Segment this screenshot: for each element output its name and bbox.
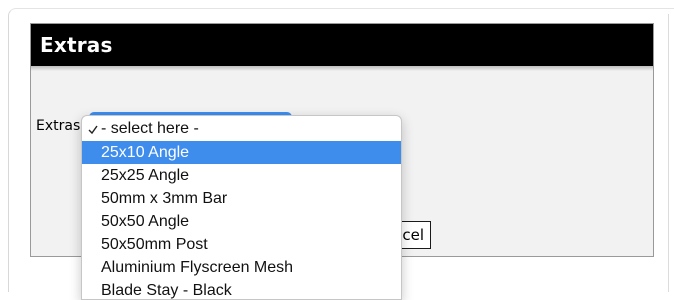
dropdown-option-highlighted[interactable]: 25x10 Angle [82,141,401,164]
page-frame-right-edge [668,14,674,292]
checkmark-icon [88,125,98,135]
dropdown-option-label: - select here - [101,120,199,137]
dropdown-option[interactable]: 25x25 Angle [82,164,401,187]
extras-field-label: Extras [36,118,81,134]
dropdown-option-label: 25x10 Angle [101,144,190,161]
extras-dropdown-menu: - select here - 25x10 Angle 25x25 Angle … [81,115,402,300]
dropdown-option[interactable]: Aluminium Flyscreen Mesh [82,256,401,279]
dropdown-option-label: 25x25 Angle [101,167,190,184]
dropdown-option[interactable]: 50x50 Angle [82,210,401,233]
panel-title: Extras [40,33,113,57]
dropdown-option[interactable]: Blade Stay - Black [82,279,401,299]
dropdown-option[interactable]: - select here - [82,117,401,140]
dropdown-option-label: Aluminium Flyscreen Mesh [101,259,294,276]
header-shadow [31,66,653,71]
dropdown-option-label: 50x50 Angle [101,213,190,230]
dropdown-option-label: 50x50mm Post [101,236,208,253]
dropdown-option[interactable]: 50mm x 3mm Bar [82,187,401,210]
dropdown-option-label: Blade Stay - Black [101,282,232,299]
panel-header: Extras [31,24,653,66]
dropdown-option[interactable]: 50x50mm Post [82,233,401,256]
dropdown-option-label: 50mm x 3mm Bar [101,190,228,207]
